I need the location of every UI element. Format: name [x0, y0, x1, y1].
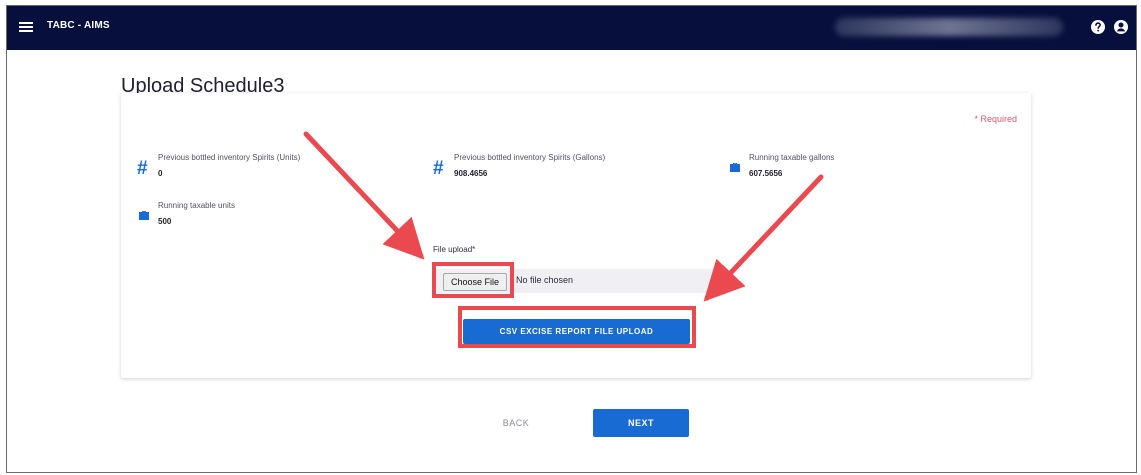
briefcase-svg: [139, 211, 149, 220]
choose-file-button[interactable]: Choose File: [443, 273, 507, 291]
briefcase-icon: [137, 209, 153, 225]
metric-value: 607.5656: [749, 169, 783, 178]
hamburger-line-middle: [19, 26, 33, 28]
back-button[interactable]: BACK: [480, 409, 552, 437]
help-icon[interactable]: [1090, 19, 1106, 35]
metric-value: 908.4656: [454, 169, 488, 178]
metric-previous-bottled-gallons: # Previous bottled inventory Spirits (Ga…: [433, 153, 693, 183]
metric-label: Previous bottled inventory Spirits (Gall…: [454, 153, 606, 162]
metric-previous-bottled-units: # Previous bottled inventory Spirits (Un…: [137, 153, 397, 183]
hash-icon: #: [433, 158, 444, 179]
hamburger-line-bottom: [19, 30, 33, 32]
hash-icon: #: [137, 158, 148, 179]
screenshot-frame: TABC - AIMS Upload Schedule3 * Required …: [6, 5, 1137, 473]
blurred-user-name: [835, 18, 1063, 36]
file-status: No file chosen: [516, 275, 574, 285]
metric-value: 500: [158, 217, 172, 226]
briefcase-icon: [728, 161, 744, 177]
metric-value: 0: [158, 169, 163, 178]
hamburger-menu-icon[interactable]: [19, 21, 33, 33]
csv-excise-report-upload-button[interactable]: CSV EXCISE REPORT FILE UPLOAD: [463, 319, 690, 344]
file-upload-label: File upload*: [433, 245, 476, 254]
account-icon[interactable]: [1113, 19, 1129, 35]
hamburger-line-top: [19, 22, 33, 24]
file-upload-field[interactable]: Choose File No file chosen: [433, 269, 719, 293]
required-note: * Required: [974, 114, 1017, 124]
metric-label: Running taxable gallons: [749, 153, 835, 162]
metric-running-taxable-units: Running taxable units 500: [137, 201, 397, 231]
app-title: TABC - AIMS: [47, 20, 110, 31]
help-svg: [1091, 20, 1105, 34]
briefcase-svg: [730, 163, 740, 172]
metric-label: Running taxable units: [158, 201, 235, 210]
next-button[interactable]: NEXT: [593, 409, 689, 437]
upload-card: * Required # Previous bottled inventory …: [121, 93, 1031, 378]
account-svg: [1114, 20, 1128, 34]
metric-running-taxable-gallons: Running taxable gallons 607.5656: [728, 153, 988, 183]
top-navigation-bar: TABC - AIMS: [7, 6, 1136, 50]
metric-label: Previous bottled inventory Spirits (Unit…: [158, 153, 301, 162]
